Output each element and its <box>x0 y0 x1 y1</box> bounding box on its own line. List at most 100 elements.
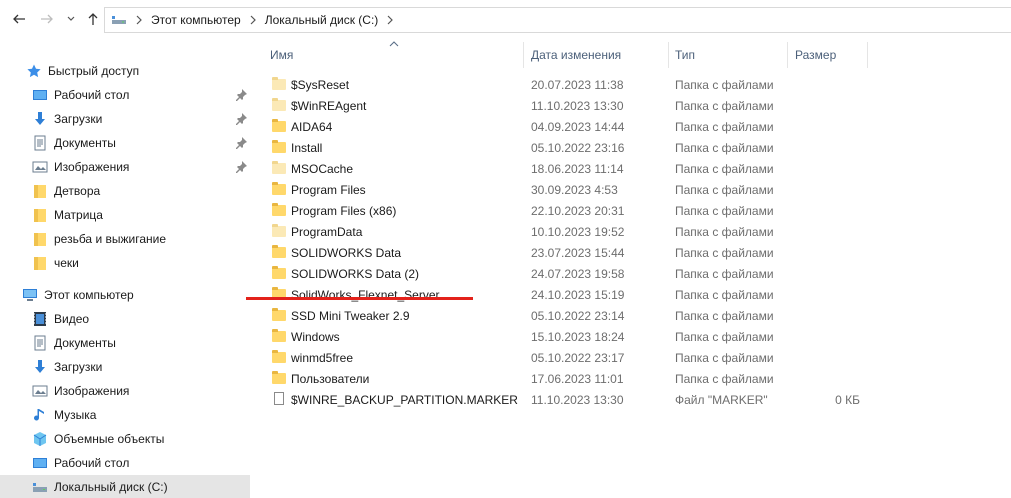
file-type: Папка с файлами <box>675 351 774 365</box>
file-row[interactable]: $SysReset 20.07.2023 11:38 Папка с файла… <box>262 74 872 95</box>
file-type: Папка с файлами <box>675 225 774 239</box>
sidebar-item-pc-downloads[interactable]: Загрузки <box>0 355 250 379</box>
forward-arrow-icon[interactable] <box>38 10 56 28</box>
file-row[interactable]: $WinREAgent 11.10.2023 13:30 Папка с фай… <box>262 95 872 116</box>
recent-chevron-icon[interactable] <box>62 10 80 28</box>
folder-icon <box>32 255 48 271</box>
file-row[interactable]: SOLIDWORKS Data (2) 24.07.2023 19:58 Пап… <box>262 263 872 284</box>
folder-icon <box>271 266 287 280</box>
breadcrumb-chevron-icon[interactable] <box>133 14 145 26</box>
sidebar-item-pc-desktop[interactable]: Рабочий стол <box>0 451 250 475</box>
file-row[interactable]: Install 05.10.2022 23:16 Папка с файлами <box>262 137 872 158</box>
sort-ascending-icon[interactable] <box>389 40 399 47</box>
folder-icon <box>271 371 287 385</box>
file-date: 11.10.2023 13:30 <box>531 99 624 113</box>
sidebar-item-video[interactable]: Видео <box>0 307 250 331</box>
file-name: Windows <box>291 330 340 344</box>
column-header-type[interactable]: Тип <box>675 48 695 62</box>
file-row[interactable]: Program Files 30.09.2023 4:53 Папка с фа… <box>262 179 872 200</box>
file-row[interactable]: SolidWorks_Flexnet_Server 24.10.2023 15:… <box>262 284 872 305</box>
sidebar-item-detvora[interactable]: Детвора <box>0 179 250 203</box>
column-header-date[interactable]: Дата изменения <box>531 48 621 62</box>
column-divider[interactable] <box>668 42 669 68</box>
file-type: Папка с файлами <box>675 99 774 113</box>
sidebar-item-downloads[interactable]: Загрузки <box>0 107 250 131</box>
file-type: Папка с файлами <box>675 162 774 176</box>
sidebar-item-3d-objects[interactable]: Объемные объекты <box>0 427 250 451</box>
file-date: 05.10.2022 23:16 <box>531 141 625 155</box>
documents-icon <box>32 335 48 351</box>
sidebar-item-pictures[interactable]: Изображения <box>0 155 250 179</box>
file-name: Program Files <box>291 183 366 197</box>
file-type: Папка с файлами <box>675 120 774 134</box>
file-row[interactable]: Пользователи 17.06.2023 11:01 Папка с фа… <box>262 368 872 389</box>
file-date: 22.10.2023 20:31 <box>531 204 625 218</box>
file-type: Папка с файлами <box>675 267 774 281</box>
sidebar-item-matritsa[interactable]: Матрица <box>0 203 250 227</box>
pin-icon[interactable] <box>234 112 248 126</box>
breadcrumb-this-pc[interactable]: Этот компьютер <box>151 13 241 27</box>
back-arrow-icon[interactable] <box>10 10 28 28</box>
video-icon <box>32 311 48 327</box>
file-date: 05.10.2022 23:17 <box>531 351 625 365</box>
sidebar-item-cheki[interactable]: чеки <box>0 251 250 275</box>
column-header-size[interactable]: Размер <box>795 48 836 62</box>
sidebar-item-documents[interactable]: Документы <box>0 131 250 155</box>
sidebar-item-quick-access[interactable]: Быстрый доступ <box>0 59 250 83</box>
documents-icon <box>32 135 48 151</box>
address-row: Этот компьютер Локальный диск (C:) <box>0 0 1011 40</box>
file-date: 23.07.2023 15:44 <box>531 246 625 260</box>
file-row[interactable]: Windows 15.10.2023 18:24 Папка с файлами <box>262 326 872 347</box>
up-arrow-icon[interactable] <box>84 10 102 28</box>
red-annotation-line <box>246 297 473 300</box>
file-type: Папка с файлами <box>675 204 774 218</box>
pin-icon[interactable] <box>234 136 248 150</box>
folder-icon <box>32 183 48 199</box>
file-date: 05.10.2022 23:14 <box>531 309 625 323</box>
file-date: 24.07.2023 19:58 <box>531 267 625 281</box>
breadcrumb-chevron-icon[interactable] <box>247 14 259 26</box>
file-name: ProgramData <box>291 225 363 239</box>
sidebar-item-this-pc[interactable]: Этот компьютер <box>0 283 250 307</box>
sidebar-item-local-disk[interactable]: Локальный диск (C:) <box>0 475 250 498</box>
folder-icon <box>271 161 287 175</box>
sidebar-item-pc-pictures[interactable]: Изображения <box>0 379 250 403</box>
sidebar-item-music[interactable]: Музыка <box>0 403 250 427</box>
file-row[interactable]: winmd5free 05.10.2022 23:17 Папка с файл… <box>262 347 872 368</box>
file-date: 15.10.2023 18:24 <box>531 330 625 344</box>
downloads-icon <box>32 359 48 375</box>
column-divider[interactable] <box>787 42 788 68</box>
desktop-icon <box>32 87 48 103</box>
file-name: $SysReset <box>291 78 350 92</box>
file-date: 24.10.2023 15:19 <box>531 288 625 302</box>
pin-icon[interactable] <box>234 160 248 174</box>
file-row[interactable]: SOLIDWORKS Data 23.07.2023 15:44 Папка с… <box>262 242 872 263</box>
file-size: 0 КБ <box>835 393 860 407</box>
file-row[interactable]: MSOCache 18.06.2023 11:14 Папка с файлам… <box>262 158 872 179</box>
sidebar-item-desktop[interactable]: Рабочий стол <box>0 83 250 107</box>
file-icon <box>271 392 287 406</box>
breadcrumb-local-disk[interactable]: Локальный диск (C:) <box>265 13 379 27</box>
file-row[interactable]: SSD Mini Tweaker 2.9 05.10.2022 23:14 Па… <box>262 305 872 326</box>
column-divider[interactable] <box>867 42 868 68</box>
sidebar-item-rezba[interactable]: резьба и выжигание <box>0 227 250 251</box>
address-bar[interactable]: Этот компьютер Локальный диск (C:) <box>104 7 1011 33</box>
column-header-name[interactable]: Имя <box>270 48 293 62</box>
sidebar-item-pc-documents[interactable]: Документы <box>0 331 250 355</box>
column-divider[interactable] <box>523 42 524 68</box>
file-row[interactable]: ProgramData 10.10.2023 19:52 Папка с фай… <box>262 221 872 242</box>
pictures-icon <box>32 159 48 175</box>
file-name: Пользователи <box>291 372 370 386</box>
file-row[interactable]: AIDA64 04.09.2023 14:44 Папка с файлами <box>262 116 872 137</box>
breadcrumb-chevron-icon[interactable] <box>384 14 396 26</box>
folder-icon <box>271 224 287 238</box>
file-name: $WINRE_BACKUP_PARTITION.MARKER <box>291 393 518 407</box>
file-row[interactable]: $WINRE_BACKUP_PARTITION.MARKER 11.10.202… <box>262 389 872 410</box>
file-row[interactable]: Program Files (x86) 22.10.2023 20:31 Пап… <box>262 200 872 221</box>
file-date: 10.10.2023 19:52 <box>531 225 625 239</box>
music-icon <box>32 407 48 423</box>
file-name: SOLIDWORKS Data <box>291 246 402 260</box>
file-name: SSD Mini Tweaker 2.9 <box>291 309 410 323</box>
pin-icon[interactable] <box>234 88 248 102</box>
file-type: Папка с файлами <box>675 372 774 386</box>
